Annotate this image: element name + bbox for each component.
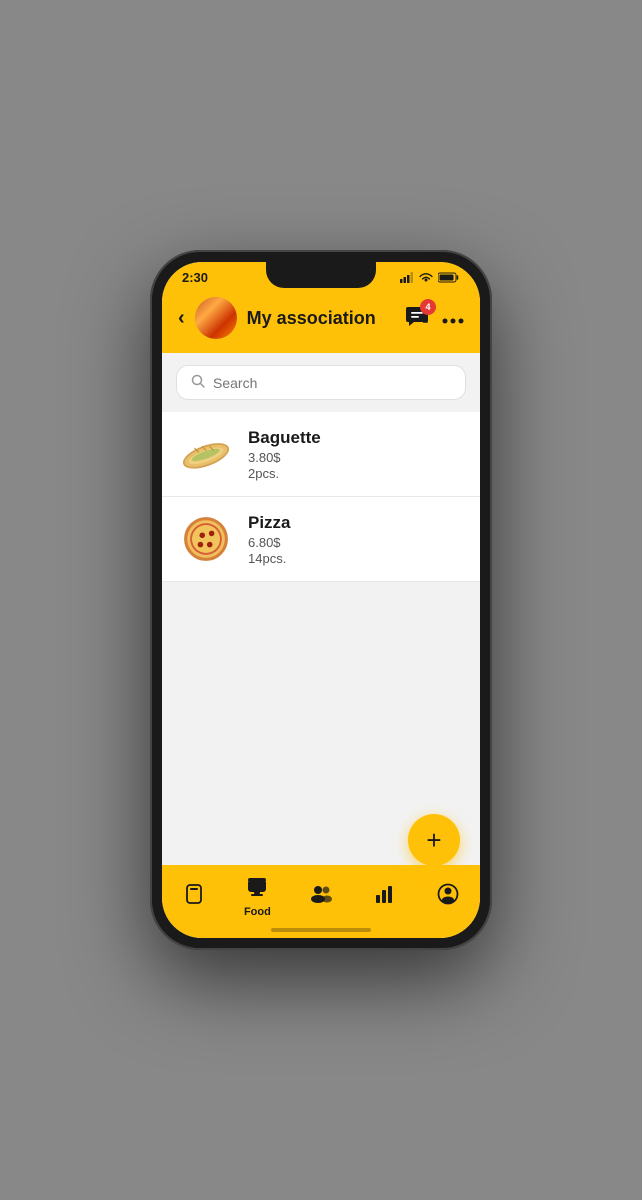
list-item[interactable]: Pizza 6.80$ 14pcs. xyxy=(162,497,480,582)
avatar-image xyxy=(195,297,237,339)
fab-container: + xyxy=(408,814,460,866)
home-indicator xyxy=(271,928,371,932)
food-info: Baguette 3.80$ 2pcs. xyxy=(248,428,464,481)
drinks-icon xyxy=(184,883,204,911)
nav-item-people[interactable] xyxy=(289,885,353,909)
notification-button[interactable]: 4 xyxy=(406,305,430,332)
back-button[interactable]: ‹ xyxy=(178,307,185,330)
search-box xyxy=(176,365,466,400)
food-name: Pizza xyxy=(248,513,464,533)
food-price: 3.80$ xyxy=(248,450,464,465)
phone-frame: 2:30 xyxy=(150,250,492,950)
pizza-image xyxy=(178,511,234,567)
notch xyxy=(266,262,376,288)
notification-badge: 4 xyxy=(420,299,436,315)
add-button[interactable]: + xyxy=(408,814,460,866)
nav-item-food[interactable]: Food xyxy=(226,875,290,918)
food-list: Baguette 3.80$ 2pcs. xyxy=(162,412,480,582)
food-icon xyxy=(246,875,268,903)
account-icon xyxy=(437,883,459,911)
nav-item-account[interactable] xyxy=(416,883,480,911)
page-title: My association xyxy=(247,308,396,329)
status-icons xyxy=(400,272,460,283)
food-quantity: 14pcs. xyxy=(248,551,464,566)
status-time: 2:30 xyxy=(182,270,208,285)
food-quantity: 2pcs. xyxy=(248,466,464,481)
search-icon xyxy=(191,374,205,391)
phone-screen: 2:30 xyxy=(162,262,480,938)
stats-icon xyxy=(375,885,395,909)
signal-icon xyxy=(400,272,414,283)
battery-icon xyxy=(438,272,460,283)
wifi-icon xyxy=(418,272,434,283)
food-info: Pizza 6.80$ 14pcs. xyxy=(248,513,464,566)
header: ‹ My association xyxy=(162,289,480,353)
header-actions: 4 xyxy=(406,305,464,332)
avatar xyxy=(195,297,237,339)
food-name: Baguette xyxy=(248,428,464,448)
search-container xyxy=(162,353,480,412)
baguette-image xyxy=(178,426,234,482)
nav-item-drinks[interactable] xyxy=(162,883,226,911)
search-input[interactable] xyxy=(213,375,451,391)
list-item[interactable]: Baguette 3.80$ 2pcs. xyxy=(162,412,480,497)
people-icon xyxy=(309,885,333,909)
more-button[interactable] xyxy=(442,308,464,329)
food-price: 6.80$ xyxy=(248,535,464,550)
more-icon xyxy=(442,318,464,324)
nav-item-stats[interactable] xyxy=(353,885,417,909)
content-area: Baguette 3.80$ 2pcs. xyxy=(162,412,480,865)
food-nav-label: Food xyxy=(244,906,271,918)
